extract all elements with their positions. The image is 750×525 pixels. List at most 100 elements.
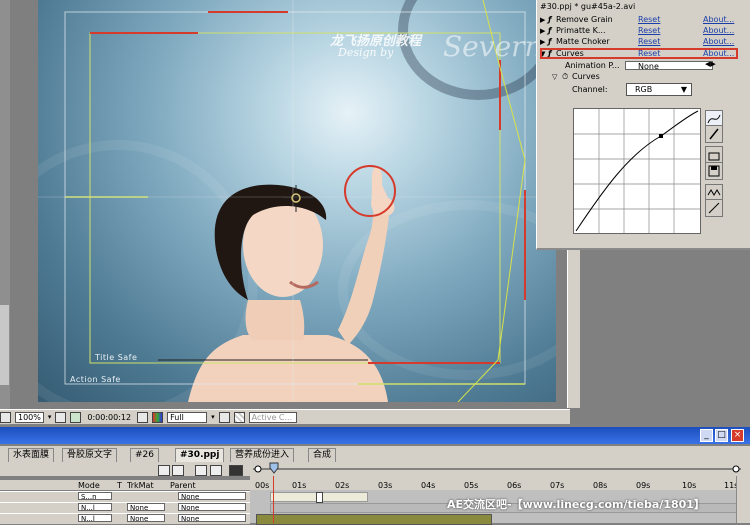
live-update-icon[interactable] — [172, 465, 184, 476]
fx-icon[interactable]: ƒ — [548, 15, 556, 24]
stopwatch-icon[interactable]: ⏱ — [562, 72, 572, 82]
curve-control-point[interactable] — [659, 134, 663, 138]
ruler-tick-label: 02s — [335, 481, 350, 490]
reset-link[interactable]: Reset — [638, 37, 703, 46]
title-safe-label: Title Safe — [95, 353, 138, 362]
playhead-icon[interactable] — [269, 462, 279, 474]
about-link[interactable]: About... — [703, 15, 734, 24]
action-safe-label: Action Safe — [70, 375, 121, 384]
layer-row[interactable]: N...l None None — [0, 513, 250, 524]
effect-row-primatte[interactable]: ▶ ƒ Primatte K... Reset About... — [540, 25, 740, 36]
timecode-display[interactable]: 0:00:00:12 — [85, 412, 134, 422]
background-swirl — [338, 200, 556, 380]
preset-nav-arrows-icon[interactable]: ◀▶ — [705, 60, 716, 68]
comp-flowchart-icon[interactable] — [158, 465, 170, 476]
layer-bar[interactable] — [256, 514, 492, 525]
snapshot-icon[interactable] — [70, 411, 82, 423]
timeline-title-bar[interactable] — [0, 427, 750, 444]
animation-preset-label: Animation P... — [565, 61, 620, 70]
ruler-tick-label: 03s — [378, 481, 393, 490]
channel-select[interactable]: RGB ▼ — [626, 83, 692, 96]
work-area-bar[interactable] — [253, 464, 741, 474]
mode-select[interactable]: N...l — [78, 514, 112, 522]
trkmat-select[interactable]: None — [127, 514, 165, 522]
tab-30-ppj[interactable]: #30.ppj — [175, 448, 225, 462]
animation-preset-select[interactable]: None — [625, 61, 713, 71]
about-link[interactable]: About... — [703, 37, 734, 46]
effect-name: Remove Grain — [556, 15, 613, 24]
hide-shy-layers-icon[interactable] — [210, 465, 222, 476]
reset-line-icon[interactable] — [705, 199, 723, 217]
reset-link[interactable]: Reset — [638, 26, 703, 35]
trkmat-select[interactable]: None — [127, 503, 165, 511]
collapse-triangle-icon[interactable]: ▽ — [552, 73, 562, 81]
watermark-signature: Severn — [443, 30, 543, 63]
ruler-tick-label: 10s — [682, 481, 697, 490]
fx-icon[interactable]: ƒ — [548, 26, 556, 35]
minimize-icon[interactable]: _ — [700, 429, 713, 442]
region-of-interest-icon[interactable] — [218, 411, 230, 423]
ruler-tick-label: 04s — [421, 481, 436, 490]
composition-canvas[interactable]: Title Safe Action Safe 龙飞扬原创教程 Design by… — [38, 0, 556, 402]
close-icon[interactable]: × — [731, 429, 744, 442]
fx-icon[interactable]: ƒ — [548, 37, 556, 46]
mode-select[interactable]: S...n — [78, 492, 112, 500]
effect-name: Matte Choker — [556, 37, 610, 46]
frame-blending-icon[interactable] — [229, 465, 243, 476]
chevron-down-icon[interactable]: ▾ — [211, 413, 215, 421]
tab-collagen-text[interactable]: 骨胶原文字 — [62, 448, 118, 462]
t-column-header[interactable]: T — [117, 481, 122, 490]
curves-highlight-box — [540, 48, 738, 59]
pencil-tool-icon[interactable] — [705, 125, 723, 143]
zoom-select[interactable]: 100% — [15, 411, 44, 423]
mode-select[interactable]: N...l — [78, 503, 112, 511]
resolution-select[interactable]: Full — [167, 411, 208, 423]
camera-view-select[interactable]: Active C... — [248, 411, 297, 423]
layer-row[interactable]: N...l None None — [0, 502, 250, 513]
chevron-down-icon[interactable]: ▼ — [681, 84, 687, 96]
layer-columns-header — [0, 480, 250, 490]
time-ruler[interactable] — [250, 476, 750, 490]
transparency-grid-icon[interactable] — [233, 411, 245, 423]
tab-nutrient-entry[interactable]: 营养成份进入 — [230, 448, 295, 462]
effect-row-matte-choker[interactable]: ▶ ƒ Matte Choker Reset About... — [540, 36, 740, 47]
channel-icon[interactable] — [152, 411, 164, 423]
parent-select[interactable]: None — [178, 492, 246, 500]
safe-zones-icon[interactable] — [55, 411, 67, 423]
current-time-indicator[interactable] — [273, 476, 274, 523]
expand-triangle-icon[interactable]: ▶ — [540, 16, 548, 24]
layer-row[interactable]: S...n None — [0, 491, 250, 502]
curves-graph[interactable] — [573, 108, 701, 234]
expand-triangle-icon[interactable]: ▶ — [540, 38, 548, 46]
parent-select[interactable]: None — [178, 514, 246, 522]
camera-icon[interactable] — [137, 411, 149, 423]
parent-column-header[interactable]: Parent — [170, 481, 196, 490]
always-preview-icon[interactable] — [0, 411, 11, 423]
layer-out-handle[interactable] — [316, 492, 323, 503]
timeline-vertical-scrollbar[interactable] — [736, 476, 750, 523]
save-disk-icon[interactable] — [705, 162, 723, 180]
effect-panel-title: #30.ppj * gu#45a-2.avi — [540, 2, 636, 11]
mode-column-header[interactable]: Mode — [78, 481, 100, 490]
parent-select[interactable]: None — [178, 503, 246, 511]
about-link[interactable]: About... — [703, 26, 734, 35]
ruler-tick-label: 05s — [464, 481, 479, 490]
expand-triangle-icon[interactable]: ▶ — [540, 27, 548, 35]
reset-link[interactable]: Reset — [638, 15, 703, 24]
curves-group[interactable]: ▽ ⏱ Curves — [552, 71, 632, 82]
trkmat-column-header[interactable]: TrkMat — [127, 481, 154, 490]
tab-26[interactable]: #26 — [130, 448, 159, 462]
trkmat-select[interactable] — [127, 492, 165, 500]
viewer-toolbar: 100% ▾ 0:00:00:12 Full ▾ Active C... — [0, 409, 570, 424]
channel-value: RGB — [635, 85, 653, 94]
draft-3d-icon[interactable] — [195, 465, 207, 476]
tab-composite[interactable]: 合成 — [308, 448, 337, 462]
tab-water-surface[interactable]: 水表面膜 — [8, 448, 55, 462]
chevron-down-icon[interactable]: ▾ — [48, 413, 52, 421]
ruler-tick-label: 08s — [593, 481, 608, 490]
ruler-tick-label: 09s — [636, 481, 651, 490]
ruler-tick-label: 01s — [292, 481, 307, 490]
maximize-icon[interactable]: □ — [715, 429, 728, 442]
watermark-design-text: Design by — [338, 46, 394, 59]
effect-row-remove-grain[interactable]: ▶ ƒ Remove Grain Reset About... — [540, 14, 740, 25]
